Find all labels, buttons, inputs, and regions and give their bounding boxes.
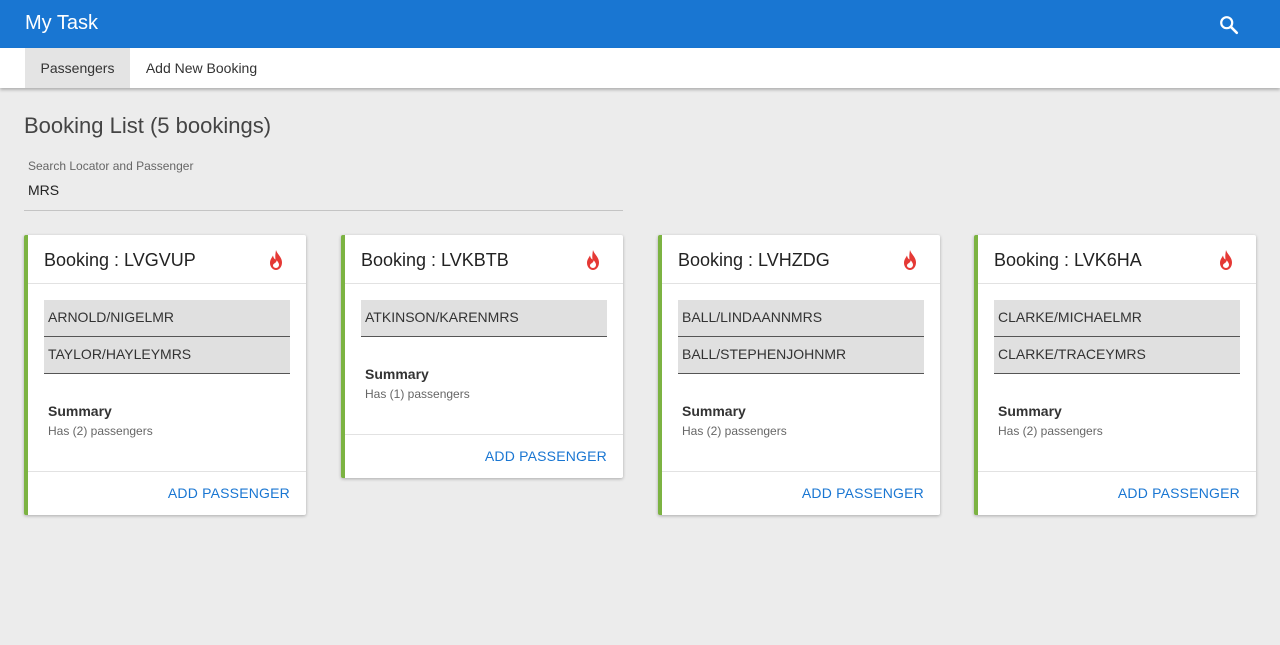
- fire-icon: [904, 250, 916, 270]
- tab-bar: Passengers Add New Booking: [0, 48, 1280, 88]
- card-actions: ADD PASSENGER: [28, 471, 306, 515]
- booking-card: Booking : LVKBTB ATKINSON/KARENMRS Summa…: [341, 235, 623, 478]
- card-body: CLARKE/MICHAELMR CLARKE/TRACEYMRS Summar…: [978, 284, 1256, 471]
- search-label: Search Locator and Passenger: [28, 159, 194, 173]
- passenger-item[interactable]: ATKINSON/KARENMRS: [361, 300, 607, 337]
- card-header: Booking : LVKBTB: [345, 235, 623, 284]
- search-input[interactable]: [28, 179, 618, 201]
- tab-add-new-booking[interactable]: Add New Booking: [130, 48, 273, 88]
- fire-icon: [587, 250, 599, 270]
- passenger-list: ATKINSON/KARENMRS: [361, 300, 607, 337]
- booking-card: Booking : LVGVUP ARNOLD/NIGELMR TAYLOR/H…: [24, 235, 306, 515]
- passenger-list: CLARKE/MICHAELMR CLARKE/TRACEYMRS: [994, 300, 1240, 374]
- card-header: Booking : LVGVUP: [28, 235, 306, 284]
- passenger-item[interactable]: ARNOLD/NIGELMR: [44, 300, 290, 337]
- booking-title: Booking : LVGVUP: [44, 250, 196, 270]
- passenger-item[interactable]: BALL/LINDAANNMRS: [678, 300, 924, 337]
- add-passenger-button[interactable]: ADD PASSENGER: [1118, 485, 1240, 501]
- passenger-item[interactable]: CLARKE/TRACEYMRS: [994, 337, 1240, 374]
- booking-card: Booking : LVK6HA CLARKE/MICHAELMR CLARKE…: [974, 235, 1256, 515]
- booking-card: Booking : LVHZDG BALL/LINDAANNMRS BALL/S…: [658, 235, 940, 515]
- search-icon: [1220, 16, 1239, 35]
- summary: Summary Has (2) passengers: [678, 374, 924, 471]
- tab-passengers[interactable]: Passengers: [25, 48, 130, 88]
- passenger-list: ARNOLD/NIGELMR TAYLOR/HAYLEYMRS: [44, 300, 290, 374]
- summary: Summary Has (1) passengers: [361, 337, 607, 434]
- fire-icon: [1220, 250, 1232, 270]
- card-actions: ADD PASSENGER: [978, 471, 1256, 515]
- card-actions: ADD PASSENGER: [662, 471, 940, 515]
- passenger-item[interactable]: BALL/STEPHENJOHNMR: [678, 337, 924, 374]
- card-body: ARNOLD/NIGELMR TAYLOR/HAYLEYMRS Summary …: [28, 284, 306, 471]
- card-header: Booking : LVHZDG: [662, 235, 940, 284]
- summary-text: Has (2) passengers: [48, 424, 153, 438]
- booking-title: Booking : LVK6HA: [994, 250, 1142, 270]
- add-passenger-button[interactable]: ADD PASSENGER: [168, 485, 290, 501]
- page-title: Booking List (5 bookings): [24, 113, 272, 138]
- summary-title: Summary: [48, 403, 112, 419]
- summary-text: Has (1) passengers: [365, 387, 470, 401]
- booking-title: Booking : LVHZDG: [678, 250, 830, 270]
- summary: Summary Has (2) passengers: [44, 374, 290, 471]
- search-field: Search Locator and Passenger: [24, 157, 623, 211]
- passenger-list: BALL/LINDAANNMRS BALL/STEPHENJOHNMR: [678, 300, 924, 374]
- card-header: Booking : LVK6HA: [978, 235, 1256, 284]
- fire-icon: [270, 250, 282, 270]
- card-body: ATKINSON/KARENMRS Summary Has (1) passen…: [345, 284, 623, 434]
- booking-title: Booking : LVKBTB: [361, 250, 509, 270]
- search-button[interactable]: [1212, 8, 1246, 42]
- passenger-item[interactable]: CLARKE/MICHAELMR: [994, 300, 1240, 337]
- card-body: BALL/LINDAANNMRS BALL/STEPHENJOHNMR Summ…: [662, 284, 940, 471]
- summary-text: Has (2) passengers: [998, 424, 1103, 438]
- summary-title: Summary: [682, 403, 746, 419]
- summary-title: Summary: [365, 366, 429, 382]
- summary: Summary Has (2) passengers: [994, 374, 1240, 471]
- app-bar: My Task: [0, 0, 1280, 48]
- card-actions: ADD PASSENGER: [345, 434, 623, 478]
- app-title: My Task: [25, 12, 98, 34]
- passenger-item[interactable]: TAYLOR/HAYLEYMRS: [44, 337, 290, 374]
- add-passenger-button[interactable]: ADD PASSENGER: [802, 485, 924, 501]
- summary-title: Summary: [998, 403, 1062, 419]
- summary-text: Has (2) passengers: [682, 424, 787, 438]
- add-passenger-button[interactable]: ADD PASSENGER: [485, 448, 607, 464]
